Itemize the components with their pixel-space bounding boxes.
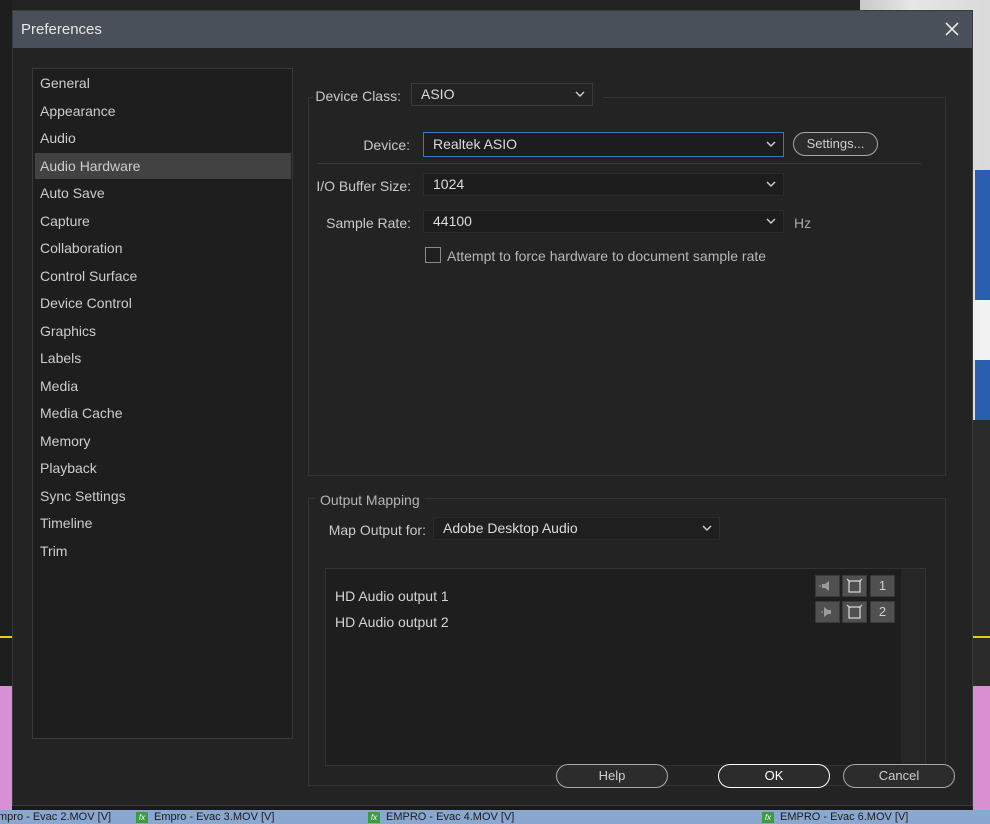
playhead-line [973,636,990,638]
device-value: Realtek ASIO [433,136,518,152]
sidebar-item-auto-save[interactable]: Auto Save [35,180,291,206]
clip-label: EMPRO - Evac 4.MOV [V] [386,811,515,823]
timeline-clip[interactable]: fx EMPRO - Evac 4.MOV [V] [368,810,514,824]
sidebar-item-device-control[interactable]: Device Control [35,290,291,316]
clip-label: Empro - Evac 3.MOV [V] [154,811,275,823]
sidebar-item-graphics[interactable]: Graphics [35,318,291,344]
sample-rate-value: 44100 [433,213,472,229]
channel-routing-toggle[interactable] [842,575,867,597]
sample-rate-unit: Hz [794,215,812,231]
output-row-label: HD Audio output 2 [335,614,449,630]
timeline-clip[interactable]: fx Empro - Evac 3.MOV [V] [136,810,274,824]
chevron-down-icon [766,181,776,187]
force-sample-rate-label[interactable]: Attempt to force hardware to document sa… [447,248,766,264]
output-row-label: HD Audio output 1 [335,588,449,604]
sidebar-item-capture[interactable]: Capture [35,208,291,234]
channel-routing-icon [846,604,863,619]
mapping-scrollbar[interactable] [901,569,925,765]
device-settings-button[interactable]: Settings... [793,132,878,156]
chevron-down-icon [766,141,776,147]
sidebar-item-memory[interactable]: Memory [35,428,291,454]
io-buffer-size-label: I/O Buffer Size: [316,178,411,194]
output-mapping-title: Output Mapping [320,492,420,508]
fx-badge: fx [368,811,380,823]
map-output-value: Adobe Desktop Audio [443,520,578,536]
device-label: Device: [363,137,410,153]
sidebar-item-sync-settings[interactable]: Sync Settings [35,483,291,509]
sidebar-item-audio[interactable]: Audio [35,125,291,151]
channel-number-2[interactable]: 2 [870,601,895,623]
device-dropdown[interactable]: Realtek ASIO [423,132,784,157]
dialog-titlebar[interactable]: Preferences [13,11,972,48]
device-class-label: Device Class: [315,88,401,104]
sidebar-item-audio-hardware[interactable]: Audio Hardware [35,153,291,179]
close-button[interactable] [940,17,964,41]
background-photo-detail [972,300,990,360]
sidebar-item-timeline[interactable]: Timeline [35,510,291,536]
fx-badge: fx [762,811,774,823]
sidebar-item-control-surface[interactable]: Control Surface [35,263,291,289]
chevron-down-icon [702,525,712,531]
audio-clip [0,686,12,810]
device-class-value: ASIO [421,86,455,102]
sidebar-item-appearance[interactable]: Appearance [35,98,291,124]
fx-badge: fx [136,811,148,823]
speaker-right-icon [821,607,831,617]
force-sample-rate-checkbox[interactable] [425,247,441,263]
timeline-video-track: mpro - Evac 2.MOV [V] fx Empro - Evac 3.M… [0,810,990,824]
background-photo-detail [975,170,990,420]
ok-button[interactable]: OK [718,764,830,788]
cancel-button[interactable]: Cancel [843,764,955,788]
playhead-line [0,636,12,638]
audio-clip [973,686,990,810]
preferences-category-list: General Appearance Audio Audio Hardware … [32,68,293,739]
sidebar-item-playback[interactable]: Playback [35,455,291,481]
sample-rate-dropdown[interactable]: 44100 [423,210,784,233]
clip-label: EMPRO - Evac 6.MOV [V] [780,811,909,823]
sidebar-item-collaboration[interactable]: Collaboration [35,235,291,261]
map-output-dropdown[interactable]: Adobe Desktop Audio [433,517,720,540]
dialog-title: Preferences [21,21,102,38]
speaker-left-icon [819,581,829,591]
chevron-down-icon [766,218,776,224]
preferences-dialog: Preferences General Appearance Audio Aud… [12,10,973,806]
channel-number-1[interactable]: 1 [870,575,895,597]
io-buffer-size-dropdown[interactable]: 1024 [423,173,784,196]
channel-routing-icon [846,578,863,593]
help-button[interactable]: Help [556,764,668,788]
chevron-down-icon [575,91,585,97]
sidebar-item-general[interactable]: General [35,70,291,96]
speaker-right-toggle[interactable] [815,601,840,623]
map-output-label: Map Output for: [328,522,426,538]
timeline-clip[interactable]: mpro - Evac 2.MOV [V] [0,810,111,824]
speaker-left-toggle[interactable] [815,575,840,597]
io-buffer-size-value: 1024 [433,176,465,192]
sample-rate-label: Sample Rate: [326,215,411,231]
sidebar-item-media-cache[interactable]: Media Cache [35,400,291,426]
divider [318,163,921,164]
close-icon [945,22,959,36]
sidebar-item-media[interactable]: Media [35,373,291,399]
sidebar-item-trim[interactable]: Trim [35,538,291,564]
timeline-clip[interactable]: fx EMPRO - Evac 6.MOV [V] [762,810,908,824]
channel-routing-toggle[interactable] [842,601,867,623]
device-class-dropdown[interactable]: ASIO [411,83,593,106]
sidebar-item-labels[interactable]: Labels [35,345,291,371]
